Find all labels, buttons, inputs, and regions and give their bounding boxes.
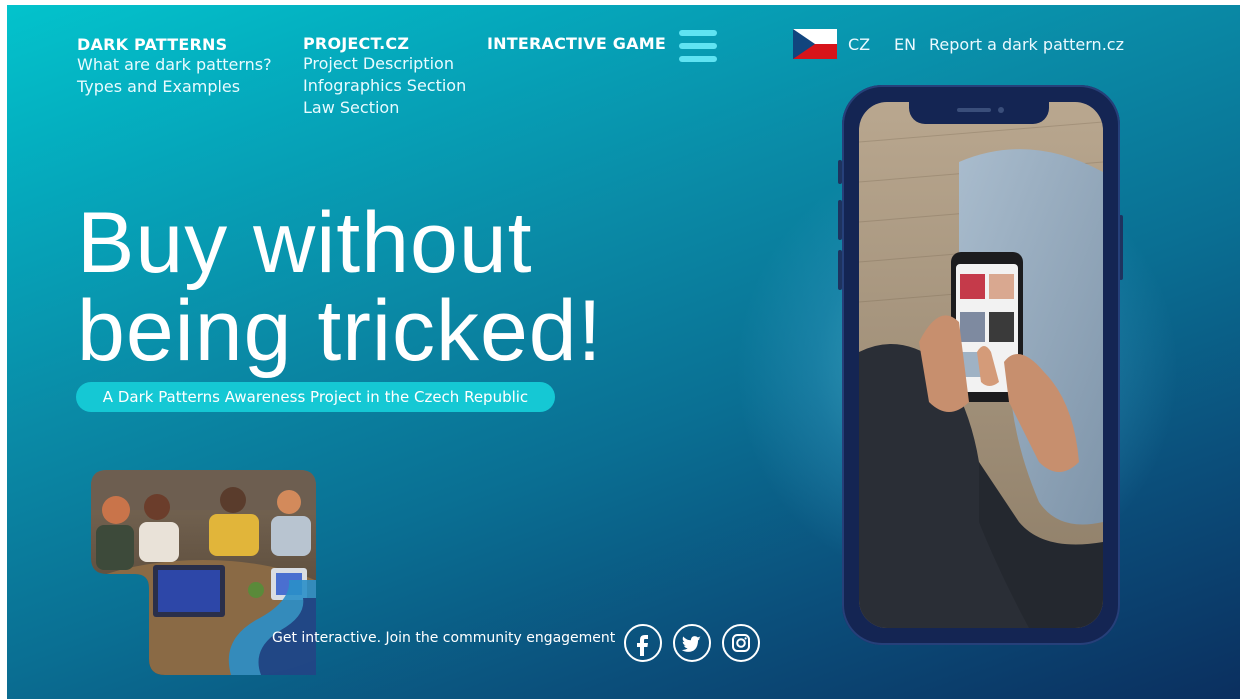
- nav-project: PROJECT.CZ Project Description Infograph…: [303, 35, 466, 119]
- nav-law-section[interactable]: Law Section: [303, 97, 466, 119]
- nav-infographics-section[interactable]: Infographics Section: [303, 75, 466, 97]
- czech-flag-icon[interactable]: [793, 29, 837, 59]
- nav-what-are-dark-patterns[interactable]: What are dark patterns?: [77, 54, 272, 76]
- twitter-icon[interactable]: [673, 624, 711, 662]
- hero-line-2: being tricked!: [77, 283, 603, 379]
- hero-heading: Buy without being tricked!: [77, 199, 603, 375]
- tagline-pill: A Dark Patterns Awareness Project in the…: [76, 382, 555, 412]
- community-text: Get interactive. Join the community enga…: [272, 630, 616, 646]
- hero-line-1: Buy without: [77, 195, 533, 291]
- instagram-icon[interactable]: [722, 624, 760, 662]
- nav-dark-patterns: DARK PATTERNS What are dark patterns? Ty…: [77, 35, 272, 98]
- facebook-icon[interactable]: [624, 624, 662, 662]
- report-dark-pattern-link[interactable]: Report a dark pattern.cz: [929, 35, 1124, 54]
- lang-en-link[interactable]: EN: [894, 35, 916, 54]
- phone-mockup: [842, 85, 1120, 645]
- nav-project-title[interactable]: PROJECT.CZ: [303, 35, 466, 53]
- nav-types-and-examples[interactable]: Types and Examples: [77, 76, 272, 98]
- phone-notch: [909, 102, 1049, 124]
- phone-screen-photo: [859, 102, 1103, 628]
- nav-project-description[interactable]: Project Description: [303, 53, 466, 75]
- menu-hamburger-icon[interactable]: [679, 30, 717, 62]
- nav-interactive-game-link[interactable]: INTERACTIVE GAME: [487, 34, 666, 53]
- nav-dark-patterns-title[interactable]: DARK PATTERNS: [77, 35, 272, 54]
- page-background: DARK PATTERNS What are dark patterns? Ty…: [7, 5, 1240, 699]
- lang-cz-link[interactable]: CZ: [848, 35, 870, 54]
- nav-interactive-game: INTERACTIVE GAME: [487, 34, 666, 53]
